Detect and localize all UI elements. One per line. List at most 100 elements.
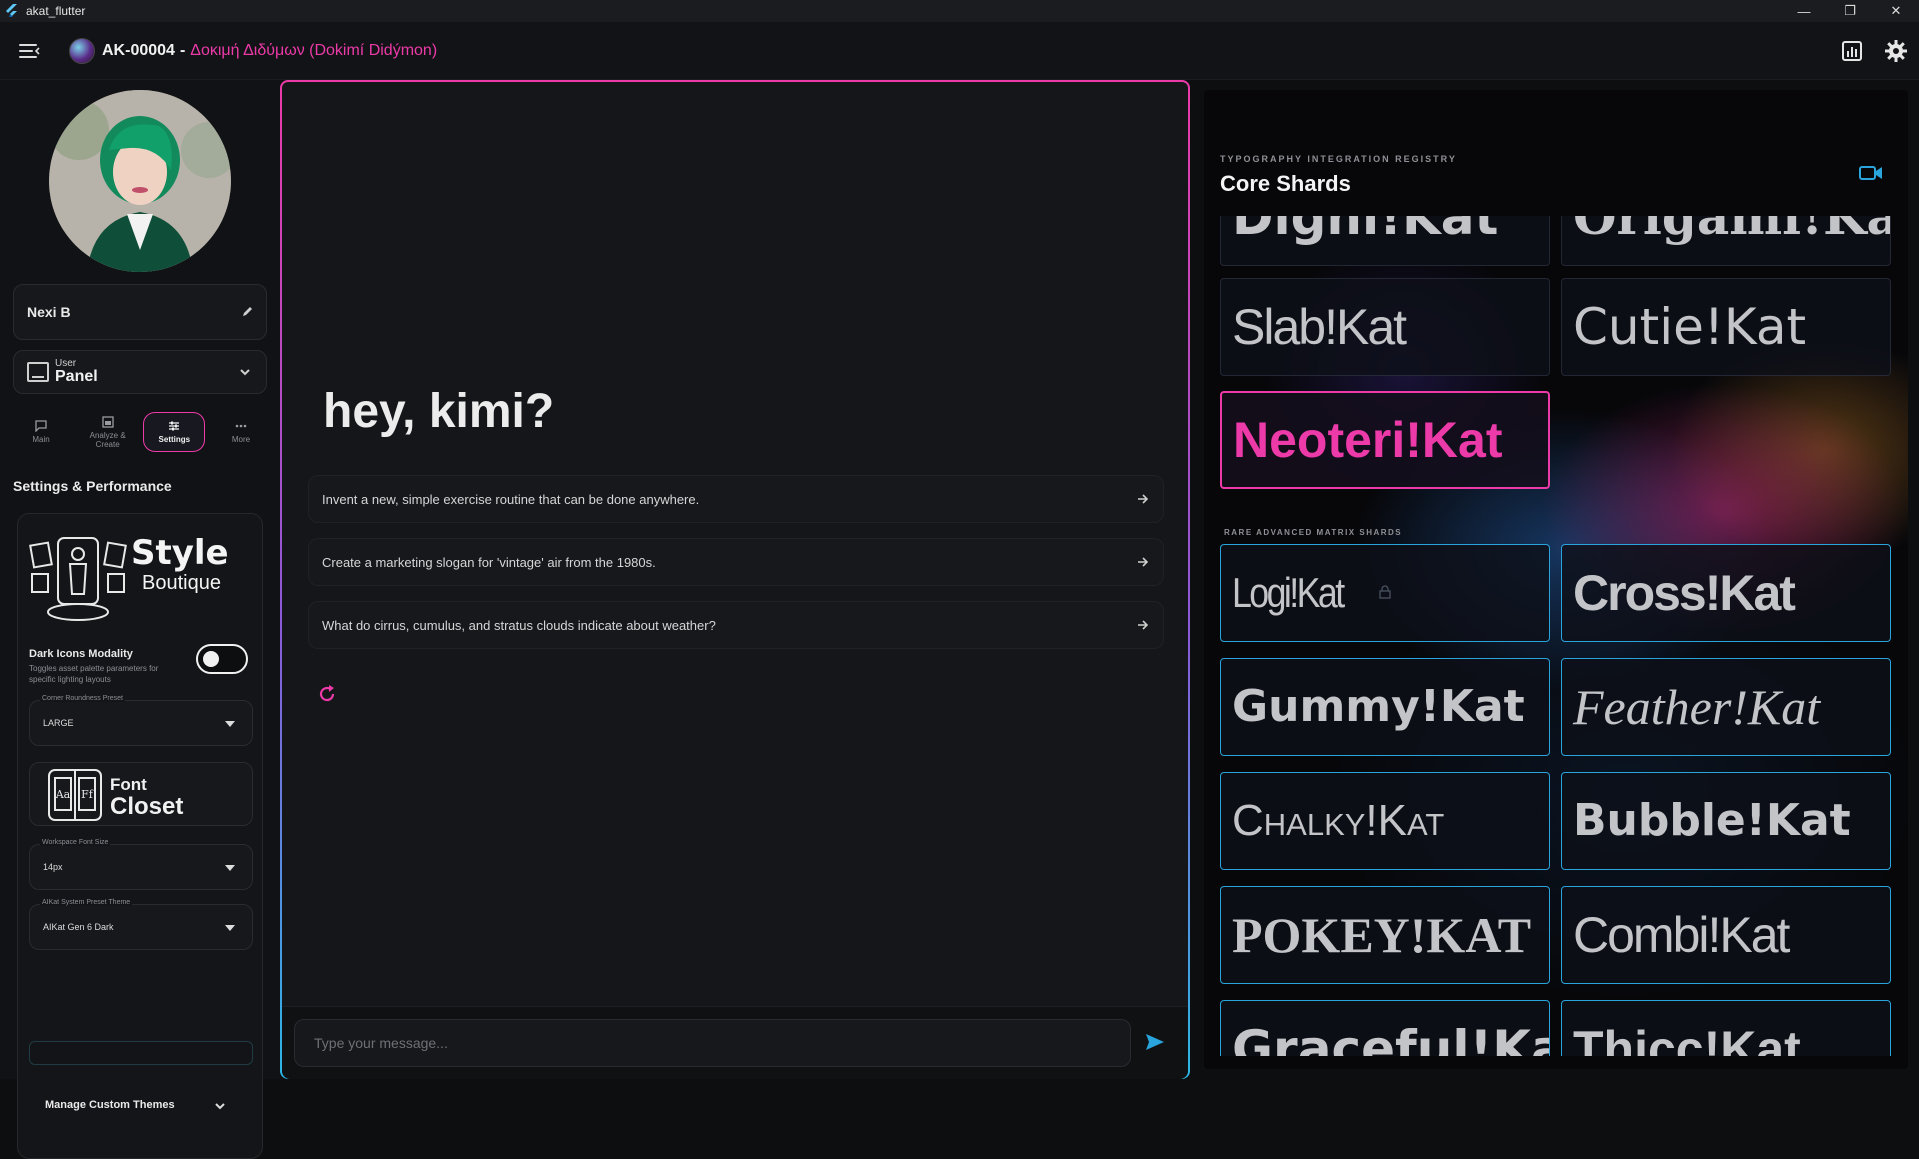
panel-select[interactable]: User Panel xyxy=(13,350,267,394)
app-avatar[interactable] xyxy=(69,37,95,64)
font-tile-label: Digni!Kat xyxy=(1232,216,1499,246)
registry-title: Core Shards xyxy=(1220,171,1351,196)
minimize-button[interactable]: — xyxy=(1781,0,1827,22)
title-separator: - xyxy=(179,41,186,59)
shards-scroll-area[interactable]: Digni!Kat Origami!Kat Slab!Kat Cutie!Kat… xyxy=(1220,216,1900,1056)
video-camera-icon[interactable] xyxy=(1859,165,1883,181)
tab-main[interactable]: Main xyxy=(10,412,72,452)
tab-analyze-create[interactable]: Analyze & Create xyxy=(77,412,139,452)
font-tile-combi[interactable]: Combi!Kat xyxy=(1561,886,1891,984)
font-closet-button[interactable]: Aa Ff Font Closet xyxy=(29,762,253,826)
registry-label: TYPOGRAPHY INTEGRATION REGISTRY xyxy=(1220,154,1457,164)
tab-label: More xyxy=(231,435,251,444)
field-legend: Workspace Font Size xyxy=(40,839,111,846)
pencil-icon[interactable] xyxy=(242,305,254,317)
suggestion-text: Create a marketing slogan for 'vintage' … xyxy=(322,554,656,570)
font-closet-logo: Aa Ff xyxy=(48,769,102,821)
restore-button[interactable]: ❐ xyxy=(1827,0,1873,22)
font-tile-label: Feather!Kat xyxy=(1573,679,1821,735)
chat-panel: hey, kimi? Invent a new, simple exercise… xyxy=(280,80,1190,1079)
font-tile-cross[interactable]: Cross!Kat xyxy=(1561,544,1891,642)
suggestion-item[interactable]: Create a marketing slogan for 'vintage' … xyxy=(308,538,1164,586)
chat-icon xyxy=(34,420,48,432)
chevron-down-icon xyxy=(240,369,250,376)
stats-icon[interactable] xyxy=(1839,38,1865,64)
font-tile-slab[interactable]: Slab!Kat xyxy=(1220,278,1550,376)
field-value: LARGE xyxy=(43,718,74,728)
image-icon xyxy=(101,415,115,428)
style-boutique-logo xyxy=(29,537,127,621)
dots-icon xyxy=(234,420,248,432)
font-tile-label: Graceful!Kat xyxy=(1232,1020,1549,1056)
close-button[interactable]: ✕ xyxy=(1873,0,1919,22)
font-tile-pokey[interactable]: Pokey!Kat xyxy=(1220,886,1550,984)
os-title-bar: akat_flutter — ❐ ✕ xyxy=(0,0,1919,22)
caret-down-icon xyxy=(225,925,235,931)
field-value: AIKat Gen 6 Dark xyxy=(43,922,114,932)
caret-down-icon xyxy=(225,721,235,727)
theme-select[interactable]: AIKat System Preset Theme AIKat Gen 6 Da… xyxy=(29,899,253,950)
chevron-down-icon[interactable] xyxy=(214,1100,226,1112)
font-tile-label: Gummy!Kat xyxy=(1232,681,1525,732)
gear-icon[interactable] xyxy=(1883,38,1909,64)
font-tile-thicc[interactable]: Thicc!Kat xyxy=(1561,1000,1891,1056)
font-tile-origami[interactable]: Origami!Kat xyxy=(1561,216,1891,266)
font-tile-digni[interactable]: Digni!Kat xyxy=(1220,216,1550,266)
tab-settings[interactable]: Settings xyxy=(143,412,206,452)
tab-label: Settings xyxy=(158,435,191,444)
field-legend: AIKat System Preset Theme xyxy=(40,899,133,906)
field-legend: Corner Roundness Preset xyxy=(40,695,125,702)
suggestion-text: What do cirrus, cumulus, and stratus clo… xyxy=(322,617,716,633)
arrow-right-icon xyxy=(1138,557,1149,567)
font-tile-graceful[interactable]: Graceful!Kat xyxy=(1220,1000,1550,1056)
font-closet-line2: Closet xyxy=(110,793,184,820)
svg-text:Ff: Ff xyxy=(81,788,94,801)
suggestion-item[interactable]: What do cirrus, cumulus, and stratus clo… xyxy=(308,601,1164,649)
window-title: akat_flutter xyxy=(26,4,86,18)
font-tile-label: Neoteri!Kat xyxy=(1233,412,1503,468)
message-input[interactable] xyxy=(294,1019,1131,1067)
font-tile-label: Chalky!Kat xyxy=(1232,796,1445,845)
manage-themes-toggle[interactable]: Manage Custom Themes xyxy=(45,1099,175,1111)
tab-label: Main xyxy=(32,435,50,444)
lock-icon xyxy=(1379,585,1391,599)
font-tile-feather[interactable]: Feather!Kat xyxy=(1561,658,1891,756)
settings-card: Style Boutique Dark Icons Modality Toggl… xyxy=(17,513,263,1159)
custom-theme-field[interactable] xyxy=(29,1041,253,1065)
profile-photo[interactable] xyxy=(49,90,231,272)
font-tile-label: Thicc!Kat xyxy=(1573,1021,1801,1056)
dark-icons-toggle[interactable] xyxy=(196,644,248,674)
rare-shards-label: RARE ADVANCED MATRIX SHARDS xyxy=(1224,528,1403,537)
corner-roundness-select[interactable]: Corner Roundness Preset LARGE xyxy=(29,695,253,746)
settings-heading: Settings & Performance xyxy=(13,478,172,494)
font-tile-bubble[interactable]: Bubble!Kat xyxy=(1561,772,1891,870)
send-icon[interactable] xyxy=(1145,1032,1165,1052)
tab-more[interactable]: More xyxy=(210,412,272,452)
sidebar: Nexi B User Panel Main Analyze & Create … xyxy=(0,80,280,1159)
refresh-icon[interactable] xyxy=(317,684,337,704)
workspace-font-size-select[interactable]: Workspace Font Size 14px xyxy=(29,839,253,890)
font-tile-label: Cutie!Kat xyxy=(1573,298,1807,356)
font-tile-gummy[interactable]: Gummy!Kat xyxy=(1220,658,1550,756)
font-shards-panel: TYPOGRAPHY INTEGRATION REGISTRY Core Sha… xyxy=(1204,90,1908,1069)
field-value: 14px xyxy=(43,862,63,872)
svg-text:Aa: Aa xyxy=(55,788,71,801)
toggle-knob xyxy=(203,651,219,667)
font-tile-label: Bubble!Kat xyxy=(1573,795,1851,846)
font-tile-neoteri[interactable]: Neoteri!Kat xyxy=(1220,391,1550,489)
font-tile-cutie[interactable]: Cutie!Kat xyxy=(1561,278,1891,376)
font-tile-logi[interactable]: Logi!Kat xyxy=(1220,544,1550,642)
panel-select-value: Panel xyxy=(55,368,98,385)
font-tile-chalky[interactable]: Chalky!Kat xyxy=(1220,772,1550,870)
user-name: Nexi B xyxy=(27,304,71,320)
session-title: Δοκιμή Διδύμων (Dokimí Didýmon) xyxy=(190,41,438,59)
app-header: AK-00004 - Δοκιμή Διδύμων (Dokimí Didýmo… xyxy=(0,22,1919,80)
font-tile-label: Logi!Kat xyxy=(1232,569,1345,616)
menu-icon[interactable] xyxy=(19,43,41,59)
caret-down-icon xyxy=(225,865,235,871)
boutique-title-line1: Style xyxy=(131,533,229,573)
arrow-right-icon xyxy=(1138,494,1149,504)
user-name-card[interactable]: Nexi B xyxy=(13,284,267,340)
chat-greeting: hey, kimi? xyxy=(323,385,555,438)
suggestion-item[interactable]: Invent a new, simple exercise routine th… xyxy=(308,475,1164,523)
